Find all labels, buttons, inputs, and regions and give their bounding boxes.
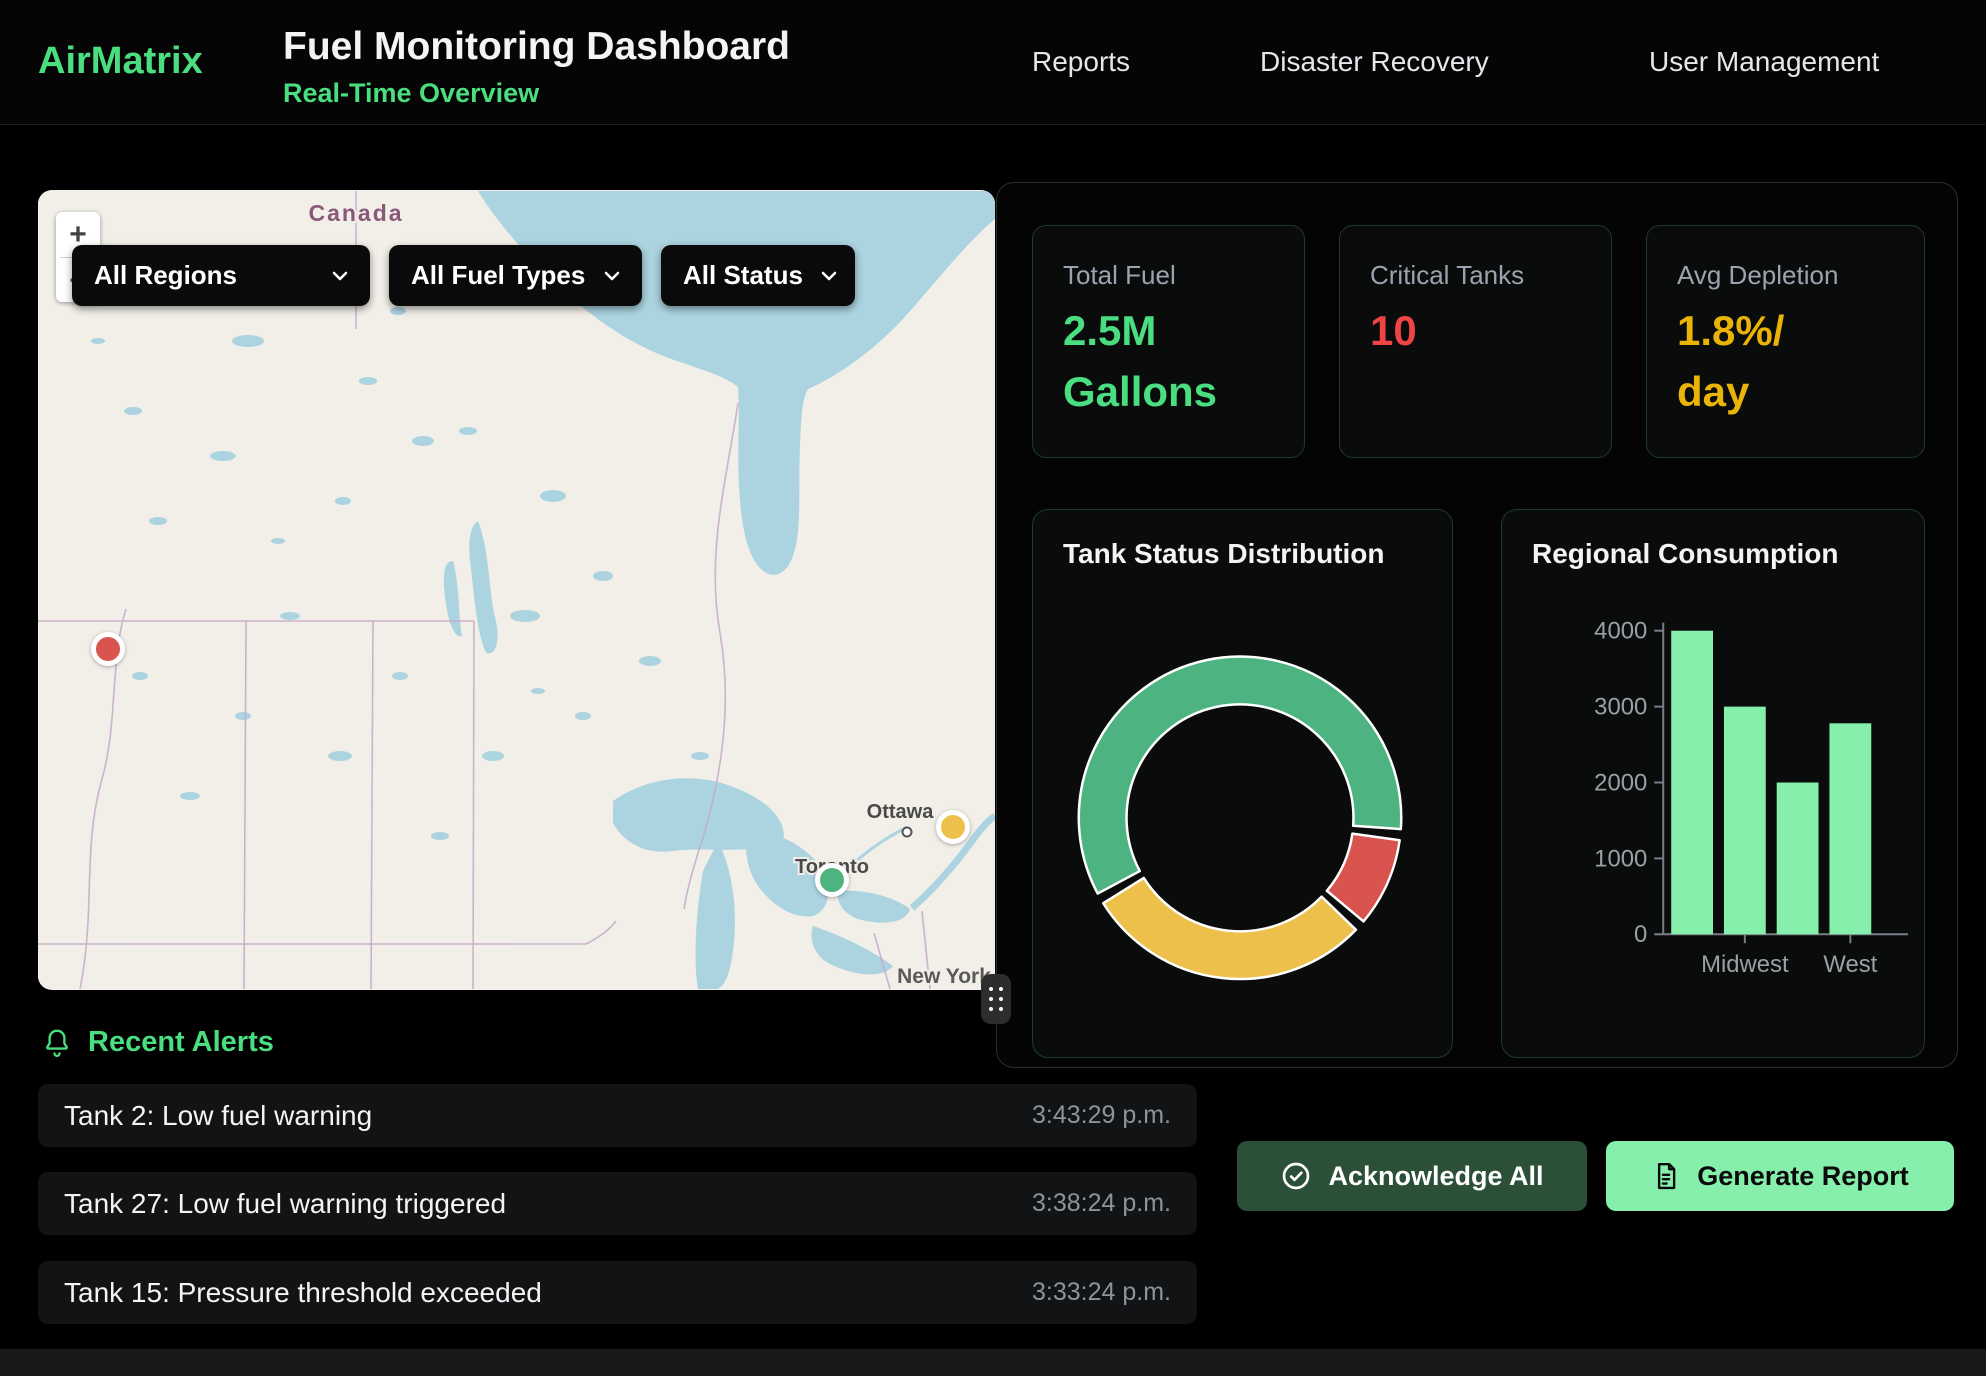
tank-status-donut xyxy=(1033,510,1452,1057)
region-filter-dropdown[interactable]: All Regions xyxy=(72,245,370,306)
document-icon xyxy=(1651,1161,1681,1191)
alert-message: Tank 2: Low fuel warning xyxy=(64,1100,372,1132)
status-filter-value: All Status xyxy=(683,260,803,291)
tank-marker-normal[interactable] xyxy=(815,863,849,897)
stat-value: 2.5M Gallons xyxy=(1063,301,1213,423)
consumption-bar xyxy=(1777,783,1819,935)
acknowledge-all-button[interactable]: Acknowledge All xyxy=(1237,1141,1587,1211)
svg-text:2000: 2000 xyxy=(1594,769,1647,796)
alert-message: Tank 27: Low fuel warning triggered xyxy=(64,1188,506,1220)
nav-reports[interactable]: Reports xyxy=(1032,46,1130,78)
alert-row[interactable]: Tank 27: Low fuel warning triggered 3:38… xyxy=(38,1172,1197,1235)
svg-text:3000: 3000 xyxy=(1594,694,1647,721)
bottom-strip xyxy=(0,1349,1986,1376)
stat-value: 1.8%/day xyxy=(1677,301,1827,423)
stat-card-avg-depletion: Avg Depletion 1.8%/day xyxy=(1646,225,1925,458)
regional-consumption-card: Regional Consumption 01000200030004000Mi… xyxy=(1501,509,1925,1058)
alert-time: 3:43:29 p.m. xyxy=(1032,1101,1171,1130)
drag-dots-icon xyxy=(989,987,1003,1011)
map-resize-handle[interactable] xyxy=(981,974,1011,1024)
tank-status-card: Tank Status Distribution xyxy=(1032,509,1453,1058)
chevron-down-icon xyxy=(821,271,837,281)
alert-row[interactable]: Tank 2: Low fuel warning 3:43:29 p.m. xyxy=(38,1084,1197,1147)
map-panel: Canada Ottawa Toronto New York + − All R… xyxy=(38,190,995,990)
map-label-new-york: New York xyxy=(897,965,991,988)
svg-text:1000: 1000 xyxy=(1594,845,1647,872)
stat-card-critical-tanks: Critical Tanks 10 xyxy=(1339,225,1612,458)
nav-user-management[interactable]: User Management xyxy=(1649,46,1879,78)
alert-time: 3:33:24 p.m. xyxy=(1032,1278,1171,1307)
stat-label: Total Fuel xyxy=(1063,260,1274,291)
consumption-bar xyxy=(1724,707,1766,935)
check-circle-icon xyxy=(1280,1160,1312,1192)
header: AirMatrix Fuel Monitoring Dashboard Real… xyxy=(0,0,1986,125)
stat-card-total-fuel: Total Fuel 2.5M Gallons xyxy=(1032,225,1305,458)
canada-map[interactable]: Canada Ottawa Toronto New York xyxy=(38,190,995,990)
stat-label: Avg Depletion xyxy=(1677,260,1894,291)
tank-marker-warning[interactable] xyxy=(936,810,970,844)
donut-segment-warning xyxy=(1103,878,1356,979)
recent-alerts-header: Recent Alerts xyxy=(42,1026,274,1059)
fuel-type-filter-value: All Fuel Types xyxy=(411,260,585,291)
bell-icon xyxy=(42,1027,72,1059)
svg-text:0: 0 xyxy=(1634,921,1647,948)
svg-text:4000: 4000 xyxy=(1594,618,1647,645)
fuel-type-filter-dropdown[interactable]: All Fuel Types xyxy=(389,245,642,306)
svg-text:West: West xyxy=(1823,951,1877,978)
alert-message: Tank 15: Pressure threshold exceeded xyxy=(64,1277,542,1309)
nav-disaster-recovery[interactable]: Disaster Recovery xyxy=(1260,46,1489,78)
generate-report-button[interactable]: Generate Report xyxy=(1606,1141,1954,1211)
page-subtitle: Real-Time Overview xyxy=(283,78,790,109)
tank-marker-critical[interactable] xyxy=(91,632,125,666)
generate-report-label: Generate Report xyxy=(1697,1161,1909,1192)
map-label-ottawa: Ottawa xyxy=(867,801,935,823)
alert-time: 3:38:24 p.m. xyxy=(1032,1189,1171,1218)
region-filter-value: All Regions xyxy=(94,260,237,291)
recent-alerts-title: Recent Alerts xyxy=(88,1026,274,1059)
fuel-monitoring-dashboard: AirMatrix Fuel Monitoring Dashboard Real… xyxy=(0,0,1986,1376)
svg-text:Midwest: Midwest xyxy=(1701,951,1789,978)
stat-label: Critical Tanks xyxy=(1370,260,1581,291)
regional-consumption-chart: 0 1000 2000 3000 4000 Midwest West xyxy=(1502,510,1924,1057)
chevron-down-icon xyxy=(604,271,620,281)
stat-value: 10 xyxy=(1370,301,1520,362)
page-title: Fuel Monitoring Dashboard xyxy=(283,26,790,69)
alert-row[interactable]: Tank 15: Pressure threshold exceeded 3:3… xyxy=(38,1261,1197,1324)
app-logo: AirMatrix xyxy=(38,40,203,83)
donut-segment-critical xyxy=(1327,834,1400,922)
acknowledge-all-label: Acknowledge All xyxy=(1328,1161,1543,1192)
consumption-bar xyxy=(1829,723,1871,934)
chevron-down-icon xyxy=(332,271,348,281)
consumption-bar xyxy=(1671,631,1713,935)
status-filter-dropdown[interactable]: All Status xyxy=(661,245,855,306)
map-label-canada: Canada xyxy=(308,200,403,226)
title-block: Fuel Monitoring Dashboard Real-Time Over… xyxy=(283,26,790,109)
